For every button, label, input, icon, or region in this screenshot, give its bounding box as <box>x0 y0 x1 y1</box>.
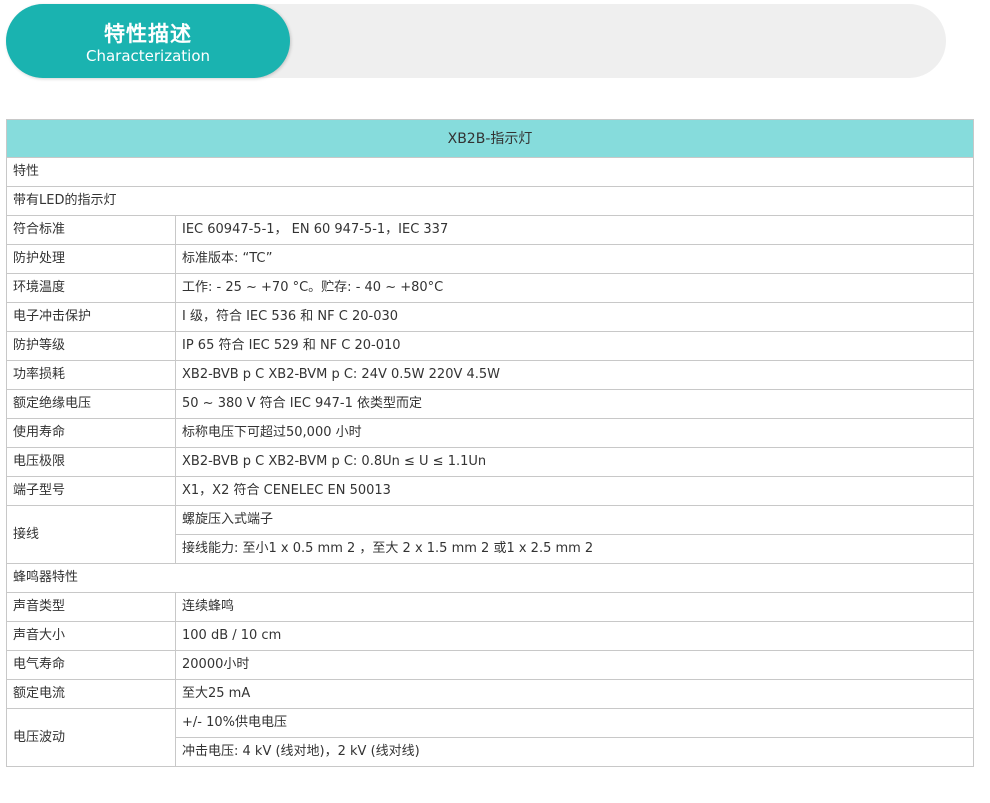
table-row: 电气寿命 20000小时 <box>6 650 974 680</box>
row-value: 50 ~ 380 V 符合 IEC 947-1 依类型而定 <box>175 389 974 419</box>
row-value: 标准版本: “TC” <box>175 244 974 274</box>
section-row: 特性 <box>6 157 974 187</box>
row-value: XB2-BVB p C XB2-BVM p C: 0.8Un ≤ U ≤ 1.1… <box>175 447 974 477</box>
row-label: 功率损耗 <box>6 360 176 390</box>
table-row: 环境温度 工作: - 25 ~ +70 °C。贮存: - 40 ~ +80°C <box>6 273 974 303</box>
row-value: 冲击电压: 4 kV (线对地)，2 kV (线对线) <box>175 737 974 767</box>
row-label: 符合标准 <box>6 215 176 245</box>
row-label: 端子型号 <box>6 476 176 506</box>
row-value: 连续蜂鸣 <box>175 592 974 622</box>
title-banner: 特性描述 Characterization <box>6 4 946 78</box>
table-row: 符合标准 IEC 60947-5-1， EN 60 947-5-1，IEC 33… <box>6 215 974 245</box>
table-row: 声音类型 连续蜂鸣 <box>6 592 974 622</box>
row-value: I 级，符合 IEC 536 和 NF C 20-030 <box>175 302 974 332</box>
row-label: 声音大小 <box>6 621 176 651</box>
table-header: XB2B-指示灯 <box>6 119 974 158</box>
row-value: X1，X2 符合 CENELEC EN 50013 <box>175 476 974 506</box>
row-label: 防护等级 <box>6 331 176 361</box>
row-value: 100 dB / 10 cm <box>175 621 974 651</box>
banner-subtitle: Characterization <box>85 47 211 65</box>
table-row: 防护处理 标准版本: “TC” <box>6 244 974 274</box>
row-label: 声音类型 <box>6 592 176 622</box>
row-label: 电子冲击保护 <box>6 302 176 332</box>
table-row: 防护等级 IP 65 符合 IEC 529 和 NF C 20-010 <box>6 331 974 361</box>
table-row: 电压波动 +/- 10%供电电压 <box>6 708 974 767</box>
table-row: 使用寿命 标称电压下可超过50,000 小时 <box>6 418 974 448</box>
title-pill: 特性描述 Characterization <box>6 4 290 78</box>
row-value: IEC 60947-5-1， EN 60 947-5-1，IEC 337 <box>175 215 974 245</box>
row-label: 防护处理 <box>6 244 176 274</box>
banner-title: 特性描述 <box>104 22 192 46</box>
row-label: 额定绝缘电压 <box>6 389 176 419</box>
row-value: 工作: - 25 ~ +70 °C。贮存: - 40 ~ +80°C <box>175 273 974 303</box>
row-label: 额定电流 <box>6 679 176 709</box>
row-value: 标称电压下可超过50,000 小时 <box>175 418 974 448</box>
section-subtitle: 带有LED的指示灯 <box>6 186 974 216</box>
section-row: 蜂鸣器特性 <box>6 563 974 593</box>
table-row: 额定电流 至大25 mA <box>6 679 974 709</box>
row-label: 接线 <box>6 505 176 564</box>
table-row: 功率损耗 XB2-BVB p C XB2-BVM p C: 24V 0.5W 2… <box>6 360 974 390</box>
row-label: 电气寿命 <box>6 650 176 680</box>
row-value: 螺旋压入式端子 <box>175 505 974 535</box>
row-label: 环境温度 <box>6 273 176 303</box>
row-value: XB2-BVB p C XB2-BVM p C: 24V 0.5W 220V 4… <box>175 360 974 390</box>
row-value: 20000小时 <box>175 650 974 680</box>
section-row: 带有LED的指示灯 <box>6 186 974 216</box>
row-label: 电压波动 <box>6 708 176 767</box>
row-value: 接线能力: 至小1 x 0.5 mm 2 ，至大 2 x 1.5 mm 2 或1… <box>175 534 974 564</box>
table-row: 电压极限 XB2-BVB p C XB2-BVM p C: 0.8Un ≤ U … <box>6 447 974 477</box>
table-header-row: XB2B-指示灯 <box>6 119 974 158</box>
spec-table: XB2B-指示灯 特性 带有LED的指示灯 符合标准 IEC 60947-5-1… <box>6 119 974 767</box>
row-value: IP 65 符合 IEC 529 和 NF C 20-010 <box>175 331 974 361</box>
table-row: 端子型号 X1，X2 符合 CENELEC EN 50013 <box>6 476 974 506</box>
section-title: 蜂鸣器特性 <box>6 563 974 593</box>
table-row: 电子冲击保护 I 级，符合 IEC 536 和 NF C 20-030 <box>6 302 974 332</box>
table-row: 声音大小 100 dB / 10 cm <box>6 621 974 651</box>
row-label: 电压极限 <box>6 447 176 477</box>
row-value: 至大25 mA <box>175 679 974 709</box>
row-value: +/- 10%供电电压 <box>175 708 974 738</box>
row-label: 使用寿命 <box>6 418 176 448</box>
section-title: 特性 <box>6 157 974 187</box>
table-row: 接线 螺旋压入式端子 <box>6 505 974 564</box>
table-row: 额定绝缘电压 50 ~ 380 V 符合 IEC 947-1 依类型而定 <box>6 389 974 419</box>
